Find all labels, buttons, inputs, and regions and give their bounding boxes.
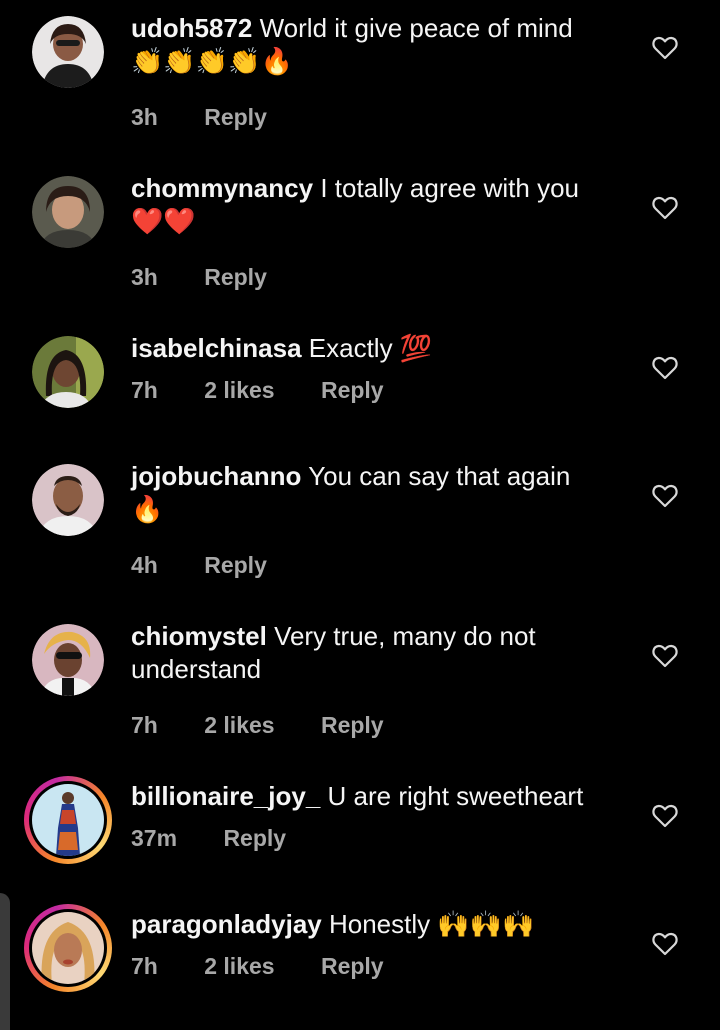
avatar-image	[32, 336, 104, 408]
comment-text: Very true, many do not	[274, 621, 536, 651]
avatar-image	[32, 464, 104, 536]
avatar[interactable]	[32, 176, 104, 248]
heart-icon[interactable]	[652, 196, 678, 220]
avatar-image	[32, 176, 104, 248]
comment-time: 3h	[131, 104, 158, 130]
comment-likes[interactable]: 2 likes	[204, 953, 274, 979]
avatar-image	[32, 784, 104, 856]
comments-list: udoh5872 World it give peace of mind 👏👏👏…	[0, 0, 720, 1030]
comment-likes[interactable]: 2 likes	[204, 377, 274, 403]
comment-text-line2: understand	[131, 654, 262, 684]
scroll-edge-handle[interactable]	[0, 893, 10, 1030]
comment-time: 7h	[131, 712, 158, 738]
heart-icon[interactable]	[652, 804, 678, 828]
heart-icon[interactable]	[652, 932, 678, 956]
avatar-story-ring[interactable]	[24, 904, 112, 992]
comment-emojis: 👏👏👏👏🔥	[131, 46, 293, 76]
heart-icon[interactable]	[652, 484, 678, 508]
avatar-image	[32, 912, 104, 984]
comment-username[interactable]: billionaire_joy_	[131, 781, 320, 811]
avatar-image	[32, 624, 104, 696]
comment-emojis: ❤️❤️	[131, 206, 196, 236]
reply-button[interactable]: Reply	[321, 953, 384, 979]
comment-time: 37m	[131, 825, 178, 851]
reply-button[interactable]: Reply	[204, 264, 267, 290]
avatar[interactable]	[32, 624, 104, 696]
comment-text: I totally agree with you	[320, 173, 580, 203]
heart-icon[interactable]	[652, 356, 678, 380]
comment-text: You can say that again	[308, 461, 571, 491]
reply-button[interactable]: Reply	[204, 552, 267, 578]
avatar-story-ring[interactable]	[24, 776, 112, 864]
reply-button[interactable]: Reply	[223, 825, 286, 851]
avatar-image	[32, 16, 104, 88]
comment-username[interactable]: chommynancy	[131, 173, 313, 203]
comment-username[interactable]: udoh5872	[131, 13, 252, 43]
avatar[interactable]	[32, 464, 104, 536]
heart-icon[interactable]	[652, 36, 678, 60]
comment-username[interactable]: isabelchinasa	[131, 333, 302, 363]
avatar	[29, 909, 107, 987]
comment-username[interactable]: chiomystel	[131, 621, 267, 651]
comment-time: 7h	[131, 953, 158, 979]
comment-text: Honestly 🙌🙌🙌	[328, 909, 535, 939]
comment-text: Exactly 💯	[308, 333, 433, 363]
avatar[interactable]	[32, 336, 104, 408]
avatar[interactable]	[32, 16, 104, 88]
comment-text: U are right sweetheart	[327, 781, 584, 811]
comment-emojis: 🔥	[131, 494, 164, 524]
comment-username[interactable]: paragonladyjay	[131, 909, 322, 939]
reply-button[interactable]: Reply	[321, 377, 384, 403]
comment-time: 4h	[131, 552, 158, 578]
comment-time: 3h	[131, 264, 158, 290]
comment-text: World it give peace of mind	[259, 13, 573, 43]
comment-likes[interactable]: 2 likes	[204, 712, 274, 738]
comment-time: 7h	[131, 377, 158, 403]
comment-username[interactable]: jojobuchanno	[131, 461, 301, 491]
heart-icon[interactable]	[652, 644, 678, 668]
reply-button[interactable]: Reply	[204, 104, 267, 130]
reply-button[interactable]: Reply	[321, 712, 384, 738]
avatar	[29, 781, 107, 859]
